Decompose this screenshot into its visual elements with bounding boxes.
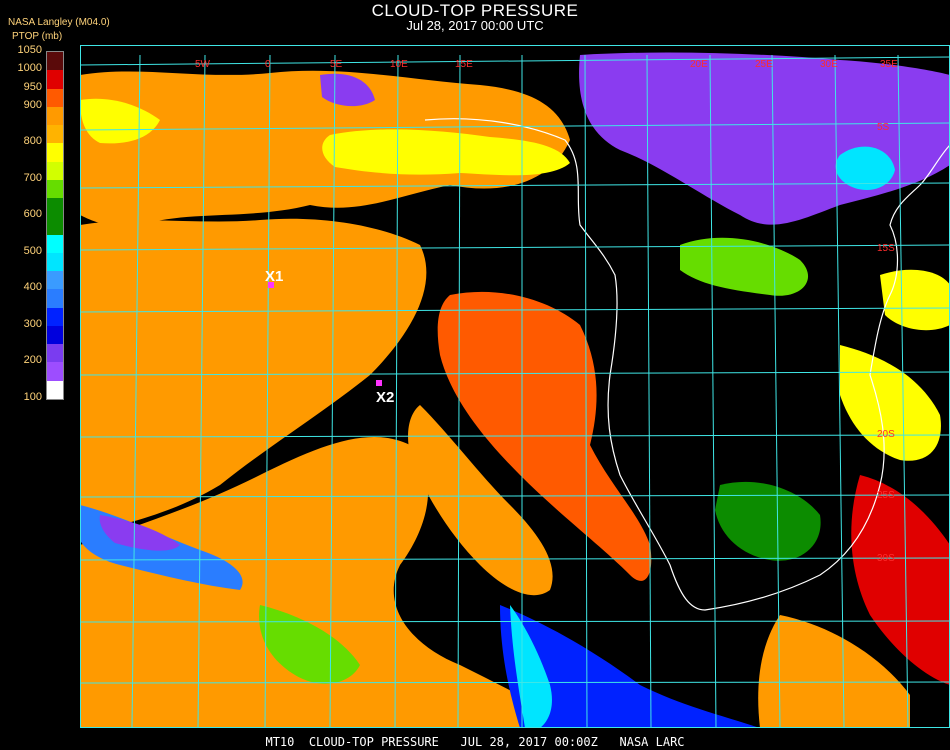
legend-swatch <box>47 70 63 89</box>
legend-tick-label: 1000 <box>17 62 42 75</box>
cloud-top-pressure-map: 5W 0 5E 10E 15E 20E 25E 30E 35E 5S 15S 2… <box>80 45 950 728</box>
lat-label: 20S <box>877 429 895 440</box>
legend-swatch <box>47 125 63 144</box>
legend-swatch <box>47 380 63 400</box>
legend-swatch <box>47 52 63 71</box>
lon-label: 5E <box>330 59 343 70</box>
legend-tick-label: 1050 <box>17 44 42 56</box>
legend-tick-label: 900 <box>23 98 42 111</box>
lon-label: 5W <box>195 59 211 70</box>
legend-tick-label: 600 <box>23 208 42 221</box>
marker-x2-dot <box>376 380 382 386</box>
legend-swatch <box>47 289 63 309</box>
source-label: NASA Langley (M04.0) <box>8 17 110 28</box>
color-legend: 1050 1000 950 900 800 700 600 500 400 300 200 100 <box>0 44 70 404</box>
map-timestamp: Jul 28, 2017 00:00 UTC <box>406 18 544 33</box>
lat-label: 5S <box>877 122 890 133</box>
footer-caption: MT10 CLOUD-TOP PRESSURE JUL 28, 2017 00:… <box>265 735 685 749</box>
lon-label: 0 <box>265 59 271 70</box>
legend-tick-label: 950 <box>23 80 42 93</box>
lat-label: 15S <box>877 243 895 254</box>
lon-label: 35E <box>880 59 898 70</box>
legend-swatch <box>47 325 63 345</box>
legend-swatch <box>47 179 63 199</box>
lat-label: 30S <box>877 553 895 564</box>
legend-swatch <box>47 88 63 108</box>
legend-swatch <box>47 307 63 327</box>
legend-tick-label: 500 <box>23 244 42 257</box>
legend-tick-label: 300 <box>23 317 42 330</box>
legend-swatch <box>47 198 63 217</box>
marker-x1-label: X1 <box>265 268 283 285</box>
lon-label: 10E <box>390 59 408 70</box>
legend-swatch <box>47 252 63 272</box>
legend-tick-label: 800 <box>23 135 42 148</box>
legend-swatch <box>47 161 63 181</box>
lat-label: 25S <box>877 490 895 501</box>
legend-tick-label: 700 <box>23 171 42 184</box>
legend-swatch <box>47 216 63 236</box>
legend-tick-label: 200 <box>23 354 42 367</box>
legend-swatch <box>47 143 63 163</box>
lon-label: 25E <box>755 59 773 70</box>
legend-tick-label: 400 <box>23 281 42 294</box>
legend-tick-label: 100 <box>23 391 42 403</box>
legend-color-bar <box>46 51 64 400</box>
legend-swatch <box>47 234 63 254</box>
legend-swatch <box>47 106 63 126</box>
legend-swatch <box>47 362 63 382</box>
legend-swatch <box>47 271 63 290</box>
lon-label: 15E <box>455 59 473 70</box>
legend-title: PTOP (mb) <box>12 31 63 42</box>
lon-label: 20E <box>690 59 708 70</box>
legend-swatch <box>47 344 63 363</box>
marker-x2-label: X2 <box>376 389 394 406</box>
lon-label: 30E <box>820 59 838 70</box>
